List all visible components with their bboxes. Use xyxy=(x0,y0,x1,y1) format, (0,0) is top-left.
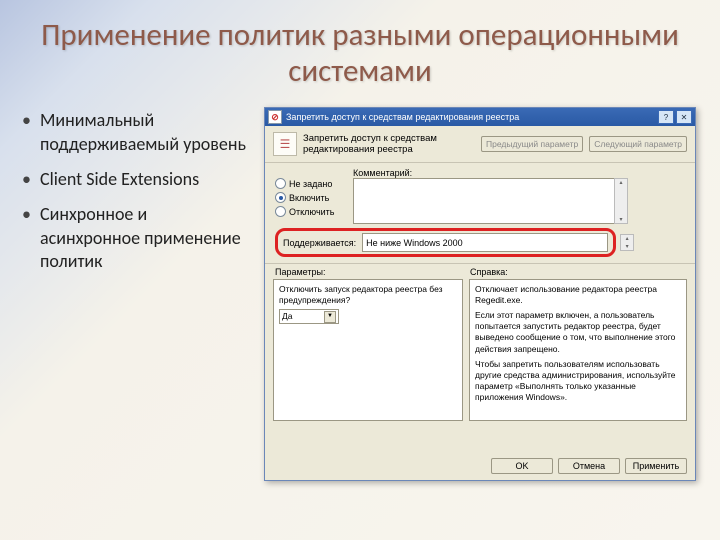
button-bar: OK Отмена Применить xyxy=(491,458,687,474)
window-title: Запретить доступ к средствам редактирова… xyxy=(286,112,656,122)
help-label: Справка: xyxy=(470,267,508,277)
header-label: Запретить доступ к средствам редактирова… xyxy=(303,133,475,155)
help-button[interactable]: ? xyxy=(658,110,674,124)
help-paragraph: Отключает использование редактора реестр… xyxy=(475,284,681,306)
slide-title: Применение политик разными операционными… xyxy=(22,18,698,89)
apply-button[interactable]: Применить xyxy=(625,458,687,474)
comment-textarea[interactable] xyxy=(353,178,615,224)
chevron-down-icon: ▼ xyxy=(324,311,336,323)
bullet-list: Минимальный поддерживаемый уровень Clien… xyxy=(22,107,250,487)
prev-param-button[interactable]: Предыдущий параметр xyxy=(481,136,583,152)
highlight-box: Поддерживается: Не ниже Windows 2000 xyxy=(275,228,616,257)
supported-value: Не ниже Windows 2000 xyxy=(366,238,463,248)
radio-disable[interactable]: Отключить xyxy=(275,206,347,217)
radio-enable[interactable]: Включить xyxy=(275,192,347,203)
slide: Применение политик разными операционными… xyxy=(0,0,720,540)
bullet-item: Client Side Extensions xyxy=(22,168,250,191)
radio-label: Отключить xyxy=(289,207,335,217)
bullet-item: Минимальный поддерживаемый уровень xyxy=(22,109,250,156)
screenshot-container: ⊘ Запретить доступ к средствам редактиро… xyxy=(264,107,698,487)
supported-row: Поддерживается: Не ниже Windows 2000 ▴▾ xyxy=(275,228,685,257)
dialog-header: ☰ Запретить доступ к средствам редактиро… xyxy=(265,126,695,163)
radio-group: Не задано Включить Отключить xyxy=(275,168,347,217)
params-panel: Отключить запуск редактора реестра без п… xyxy=(273,279,463,421)
radio-not-set[interactable]: Не задано xyxy=(275,178,347,189)
slide-body: Минимальный поддерживаемый уровень Clien… xyxy=(22,107,698,487)
cancel-button[interactable]: Отмена xyxy=(558,458,620,474)
scrollbar[interactable]: ▴▾ xyxy=(620,234,634,251)
panels-row: Отключить запуск редактора реестра без п… xyxy=(265,279,695,421)
app-icon: ⊘ xyxy=(268,110,282,124)
help-paragraph: Чтобы запретить пользователям использова… xyxy=(475,359,681,403)
help-paragraph: Если этот параметр включен, а пользовате… xyxy=(475,310,681,354)
titlebar: ⊘ Запретить доступ к средствам редактиро… xyxy=(265,108,695,126)
next-param-button[interactable]: Следующий параметр xyxy=(589,136,687,152)
ok-button[interactable]: OK xyxy=(491,458,553,474)
help-panel: Отключает использование редактора реестр… xyxy=(469,279,687,421)
param-question: Отключить запуск редактора реестра без п… xyxy=(279,284,457,306)
policy-icon: ☰ xyxy=(273,132,297,156)
close-button[interactable]: ✕ xyxy=(676,110,692,124)
bullet-item: Синхронное и асинхронное применение поли… xyxy=(22,203,250,273)
dropdown-value: Да xyxy=(282,311,292,322)
param-dropdown[interactable]: Да ▼ xyxy=(279,309,339,324)
supported-value-box: Не ниже Windows 2000 xyxy=(362,233,608,252)
radio-label: Включить xyxy=(289,193,329,203)
scrollbar[interactable]: ▴▾ xyxy=(614,178,628,224)
radio-label: Не задано xyxy=(289,179,332,189)
comment-label: Комментарий: xyxy=(353,168,685,178)
supported-label: Поддерживается: xyxy=(283,238,356,248)
params-label: Параметры: xyxy=(275,267,470,277)
settings-group: Не задано Включить Отключить Комментарий… xyxy=(265,163,695,264)
dialog-window: ⊘ Запретить доступ к средствам редактиро… xyxy=(264,107,696,481)
section-headers: Параметры: Справка: xyxy=(265,264,695,279)
